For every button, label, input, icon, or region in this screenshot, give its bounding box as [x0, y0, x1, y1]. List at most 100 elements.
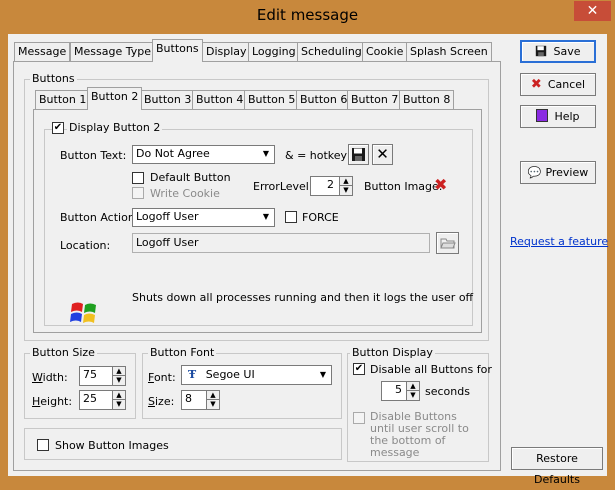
close-button[interactable]: ✕: [574, 1, 611, 21]
error-level-label: ErrorLevel:: [253, 180, 313, 193]
button-action-combo[interactable]: Logoff User ▼: [132, 208, 275, 227]
floppy-disk-icon: [536, 45, 547, 57]
restore-defaults-button[interactable]: Restore Defaults: [511, 447, 603, 486]
clear-text-button[interactable]: ✕: [372, 144, 393, 165]
tab-scheduling[interactable]: Scheduling: [297, 42, 366, 62]
subtab-button-2[interactable]: Button 2: [87, 87, 143, 110]
seconds-input[interactable]: 5: [381, 381, 407, 401]
spin-up-icon[interactable]: ▲: [113, 367, 125, 376]
height-spinner[interactable]: ▲ ▼: [112, 390, 126, 410]
cancel-label: Cancel: [547, 78, 586, 91]
disable-until-label: Disable Buttons until user scroll to the…: [370, 410, 469, 459]
floppy-disk-icon: [352, 148, 365, 161]
button-font-title: Button Font: [148, 346, 217, 359]
size-label: Size:: [148, 395, 175, 408]
font-size-spinner[interactable]: ▲ ▼: [206, 390, 220, 410]
save-text-button[interactable]: [348, 144, 369, 165]
button-display-title: Button Display: [350, 346, 435, 359]
save-label: Save: [553, 45, 581, 58]
display-button-label: Display Button 2: [67, 121, 163, 134]
button-action-value: Logoff User: [136, 210, 199, 223]
help-button[interactable]: Help: [520, 105, 596, 128]
height-label: Height:: [32, 395, 73, 408]
tab-buttons[interactable]: Buttons: [152, 39, 203, 62]
speech-bubble-icon: 💬: [527, 166, 542, 179]
button-action-label: Button Action:: [60, 211, 139, 224]
action-description: Shuts down all processes running and the…: [132, 291, 474, 304]
save-button[interactable]: Save: [520, 40, 596, 63]
help-book-icon: [536, 109, 549, 122]
show-images-label: Show Button Images: [55, 439, 169, 452]
spin-down-icon[interactable]: ▼: [407, 391, 419, 400]
subtab-button-7[interactable]: Button 7: [347, 90, 403, 110]
default-button-checkbox[interactable]: [132, 172, 144, 184]
spin-down-icon[interactable]: ▼: [207, 400, 219, 409]
spin-down-icon[interactable]: ▼: [113, 376, 125, 385]
seconds-label: seconds: [425, 385, 470, 398]
font-size-input[interactable]: 8: [181, 390, 207, 410]
font-combo[interactable]: Ŧ Segoe UI ▼: [181, 365, 332, 385]
truetype-icon: Ŧ: [188, 368, 197, 381]
subtab-button-4[interactable]: Button 4: [192, 90, 248, 110]
buttons-group-title: Buttons: [30, 72, 77, 85]
chevron-down-icon: ▼: [258, 209, 274, 226]
width-spinner[interactable]: ▲ ▼: [112, 366, 126, 386]
request-feature-link[interactable]: Request a feature: [510, 235, 608, 248]
subtab-button-8[interactable]: Button 8: [399, 90, 455, 110]
button-size-title: Button Size: [30, 346, 97, 359]
font-label: Font:: [148, 371, 176, 384]
subtab-button-3[interactable]: Button 3: [140, 90, 196, 110]
spin-up-icon[interactable]: ▲: [113, 391, 125, 400]
tab-splash-screen[interactable]: Splash Screen: [406, 42, 492, 62]
hotkey-note: & = hotkey: [285, 149, 348, 162]
dialog-client: Message Message Type Buttons Display Log…: [8, 34, 608, 486]
windows-logo-icon: [68, 298, 100, 326]
height-input[interactable]: 25: [79, 390, 113, 410]
cancel-x-icon: ✖: [530, 77, 542, 92]
tab-cookie[interactable]: Cookie: [362, 42, 408, 62]
subtab-button-1[interactable]: Button 1: [35, 90, 91, 110]
button-text-label: Button Text:: [60, 149, 127, 162]
force-label: FORCE: [302, 211, 339, 224]
write-cookie-label: Write Cookie: [150, 187, 220, 200]
write-cookie-checkbox[interactable]: [132, 187, 144, 199]
help-label: Help: [554, 110, 580, 123]
tab-message[interactable]: Message: [14, 42, 71, 62]
tab-message-type[interactable]: Message Type: [70, 42, 155, 62]
spin-down-icon[interactable]: ▼: [340, 186, 352, 195]
error-level-input[interactable]: 2: [310, 176, 340, 196]
subtab-button-5[interactable]: Button 5: [244, 90, 300, 110]
force-checkbox[interactable]: [285, 211, 297, 223]
subtab-button-6[interactable]: Button 6: [296, 90, 352, 110]
preview-button[interactable]: 💬 Preview: [520, 161, 596, 184]
x-icon: ✕: [376, 145, 389, 163]
button-text-combo[interactable]: Do Not Agree ▼: [132, 145, 275, 164]
disable-all-label: Disable all Buttons for: [370, 363, 492, 376]
spin-down-icon[interactable]: ▼: [113, 400, 125, 409]
chevron-down-icon: ▼: [315, 366, 331, 384]
spin-up-icon[interactable]: ▲: [340, 177, 352, 186]
disable-all-checkbox[interactable]: ✔: [353, 363, 365, 375]
button-image-x-icon[interactable]: ✖: [434, 175, 447, 194]
default-button-label: Default Button: [150, 171, 231, 184]
location-label: Location:: [60, 239, 111, 252]
button-font-group: [142, 353, 342, 419]
width-input[interactable]: 75: [79, 366, 113, 386]
window-title: Edit message: [256, 6, 359, 24]
font-value: Segoe UI: [205, 368, 255, 381]
tab-display[interactable]: Display: [202, 42, 251, 62]
spin-up-icon[interactable]: ▲: [407, 382, 419, 391]
browse-location-button[interactable]: [436, 232, 459, 254]
seconds-spinner[interactable]: ▲ ▼: [406, 381, 420, 401]
cancel-button[interactable]: ✖ Cancel: [520, 73, 596, 96]
folder-open-icon: [439, 238, 456, 249]
location-input[interactable]: Logoff User: [132, 233, 430, 253]
display-button-checkbox[interactable]: ✔: [52, 122, 64, 134]
button-image-label: Button Image:: [364, 180, 443, 193]
spin-up-icon[interactable]: ▲: [207, 391, 219, 400]
tab-logging[interactable]: Logging: [248, 42, 300, 62]
show-images-checkbox[interactable]: [37, 439, 49, 451]
error-level-spinner[interactable]: ▲ ▼: [339, 176, 353, 196]
disable-until-checkbox[interactable]: [353, 412, 365, 424]
preview-label: Preview: [545, 166, 589, 179]
